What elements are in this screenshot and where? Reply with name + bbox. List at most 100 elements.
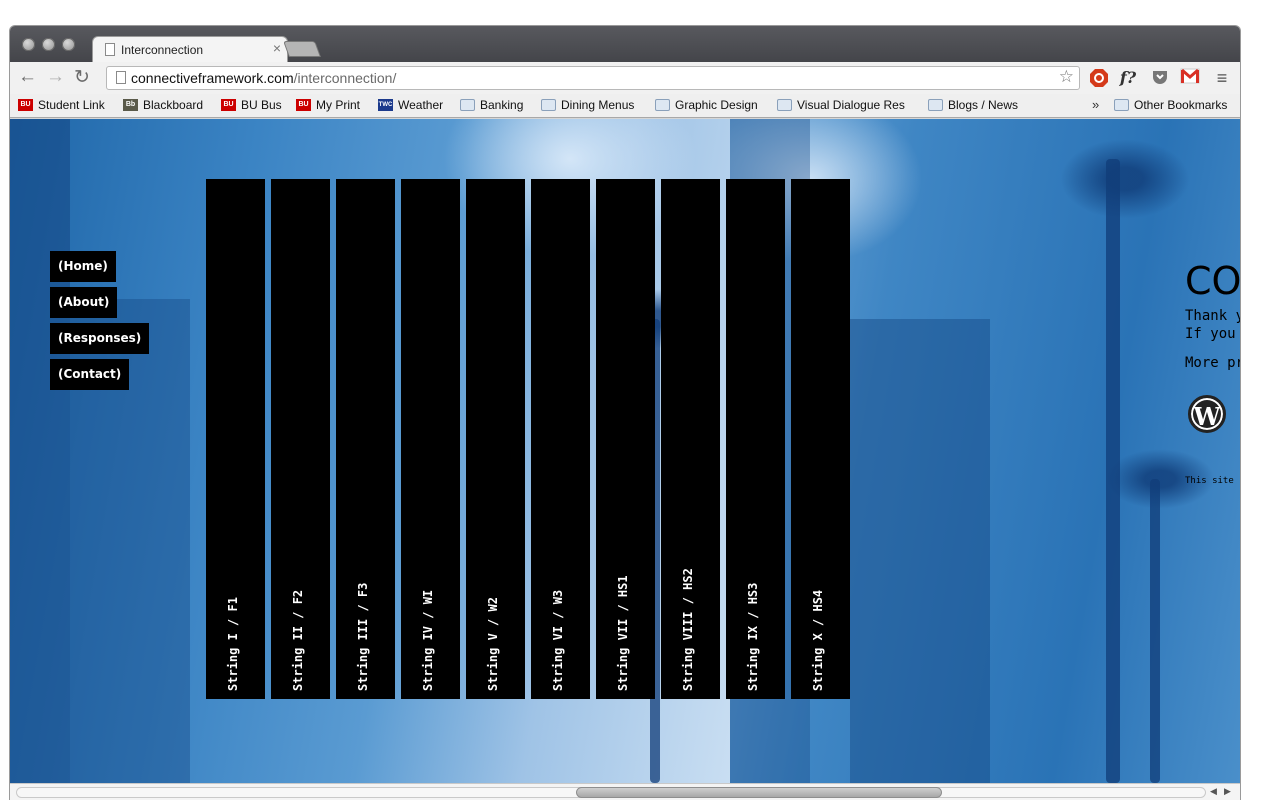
string-column[interactable]: String IX / HS3 bbox=[726, 179, 785, 699]
close-window-icon[interactable] bbox=[22, 38, 35, 51]
bookmark-label: Banking bbox=[480, 98, 524, 112]
bookmark-label: Weather bbox=[398, 98, 444, 112]
blackboard-icon: Bb bbox=[123, 99, 138, 111]
bookmark-label: Student Link bbox=[38, 98, 105, 112]
pocket-extension-icon[interactable] bbox=[1150, 68, 1170, 88]
folder-icon bbox=[460, 99, 475, 111]
weather-channel-icon: TWC bbox=[378, 99, 393, 111]
close-tab-icon[interactable]: × bbox=[273, 40, 281, 56]
bookmark-blackboard[interactable]: Bb Blackboard bbox=[123, 98, 203, 112]
browser-window: Interconnection × ← → ↻ connectiveframew… bbox=[10, 26, 1240, 800]
bookmark-label: My Print bbox=[316, 98, 361, 112]
offscreen-panel: CO Thank y If you More pr W This site bbox=[1185, 259, 1240, 499]
folder-icon bbox=[655, 99, 670, 111]
wordpress-icon[interactable]: W bbox=[1188, 395, 1226, 433]
site-navigation: (Home) (About) (Responses) (Contact) bbox=[50, 251, 150, 395]
panel-text-line: More pr bbox=[1185, 355, 1240, 371]
gmail-extension-icon[interactable] bbox=[1180, 68, 1200, 88]
new-tab-button[interactable] bbox=[283, 41, 321, 57]
page-icon bbox=[105, 43, 115, 56]
palm-tree-crown bbox=[1060, 139, 1190, 219]
tab-interconnection[interactable]: Interconnection × bbox=[92, 36, 288, 63]
reload-button[interactable]: ↻ bbox=[74, 66, 90, 89]
folder-icon bbox=[541, 99, 556, 111]
building-shadow bbox=[850, 319, 990, 783]
bookmark-graphic-design[interactable]: Graphic Design bbox=[655, 98, 758, 112]
url-host: connectiveframework.com bbox=[131, 70, 294, 86]
bookmark-label: Blackboard bbox=[143, 98, 204, 112]
bookmark-my-print[interactable]: BU My Print bbox=[296, 98, 360, 112]
horizontal-scrollbar[interactable]: ◀ ▶ bbox=[10, 783, 1240, 800]
browser-toolbar: ← → ↻ connectiveframework.com/interconne… bbox=[10, 62, 1240, 94]
string-column[interactable]: String IV / WI bbox=[401, 179, 460, 699]
scrollbar-thumb[interactable] bbox=[576, 787, 942, 798]
adblock-extension-icon[interactable] bbox=[1089, 68, 1109, 88]
building-shadow bbox=[10, 119, 70, 783]
string-column[interactable]: String VIII / HS2 bbox=[661, 179, 720, 699]
string-label: String I / F1 bbox=[226, 597, 240, 691]
string-column[interactable]: String VI / W3 bbox=[531, 179, 590, 699]
string-column[interactable]: String III / F3 bbox=[336, 179, 395, 699]
zoom-window-icon[interactable] bbox=[62, 38, 75, 51]
address-bar[interactable]: connectiveframework.com/interconnection/… bbox=[106, 66, 1080, 90]
folder-icon bbox=[1114, 99, 1129, 111]
string-label: String X / HS4 bbox=[811, 589, 825, 691]
palm-tree bbox=[1150, 479, 1160, 783]
bookmark-label: Dining Menus bbox=[561, 98, 635, 112]
bookmark-label: Other Bookmarks bbox=[1134, 98, 1228, 112]
bookmark-student-link[interactable]: BU Student Link bbox=[18, 98, 105, 112]
bookmark-banking[interactable]: Banking bbox=[460, 98, 523, 112]
page-viewport: (Home) (About) (Responses) (Contact) Str… bbox=[10, 119, 1240, 783]
string-column[interactable]: String I / F1 bbox=[206, 179, 265, 699]
bookmarks-bar: BU Student Link Bb Blackboard BU BU Bus BU M… bbox=[10, 94, 1240, 118]
forward-button[interactable]: → bbox=[46, 66, 65, 88]
string-label: String II / F2 bbox=[291, 589, 305, 691]
string-column[interactable]: String VII / HS1 bbox=[596, 179, 655, 699]
panel-text-line: Thank y bbox=[1185, 308, 1240, 324]
bookmark-label: BU Bus bbox=[241, 98, 282, 112]
string-label: String IV / WI bbox=[421, 589, 435, 691]
bookmark-weather[interactable]: TWC Weather bbox=[378, 98, 443, 112]
bookmark-star-icon[interactable]: ☆ bbox=[1059, 67, 1074, 87]
url-path: /interconnection/ bbox=[293, 70, 397, 86]
nav-responses[interactable]: (Responses) bbox=[50, 323, 150, 354]
panel-heading: CO bbox=[1185, 259, 1240, 303]
bu-icon: BU bbox=[296, 99, 311, 111]
string-label: String VII / HS1 bbox=[616, 575, 630, 691]
scroll-left-arrow-icon[interactable]: ◀ bbox=[1210, 786, 1217, 797]
back-button[interactable]: ← bbox=[18, 66, 37, 88]
font-extension-icon[interactable]: f? bbox=[1118, 68, 1138, 88]
panel-footer-text: This site bbox=[1185, 476, 1234, 486]
panel-text-line: If you bbox=[1185, 326, 1236, 342]
string-label: String V / W2 bbox=[486, 597, 500, 691]
nav-contact[interactable]: (Contact) bbox=[50, 359, 130, 390]
menu-icon[interactable]: ≡ bbox=[1212, 68, 1232, 88]
bookmark-label: Graphic Design bbox=[675, 98, 758, 112]
folder-icon bbox=[928, 99, 943, 111]
nav-home[interactable]: (Home) bbox=[50, 251, 116, 282]
string-label: String VI / W3 bbox=[551, 589, 565, 691]
bookmark-bu-bus[interactable]: BU BU Bus bbox=[221, 98, 282, 112]
bu-icon: BU bbox=[221, 99, 236, 111]
bookmark-blogs-news[interactable]: Blogs / News bbox=[928, 98, 1018, 112]
minimize-window-icon[interactable] bbox=[42, 38, 55, 51]
string-label: String IX / HS3 bbox=[746, 582, 760, 691]
tab-strip: Interconnection × bbox=[10, 26, 1240, 63]
url-text[interactable]: connectiveframework.com/interconnection/ bbox=[131, 70, 396, 86]
string-column[interactable]: String V / W2 bbox=[466, 179, 525, 699]
string-column[interactable]: String II / F2 bbox=[271, 179, 330, 699]
bookmark-label: Visual Dialogue Res bbox=[797, 98, 905, 112]
bookmark-visual-dialogue[interactable]: Visual Dialogue Res bbox=[777, 98, 915, 112]
string-column[interactable]: String X / HS4 bbox=[791, 179, 850, 699]
bu-icon: BU bbox=[18, 99, 33, 111]
string-label: String III / F3 bbox=[356, 582, 370, 691]
bookmark-dining-menus[interactable]: Dining Menus bbox=[541, 98, 634, 112]
folder-icon bbox=[777, 99, 792, 111]
more-bookmarks-chevron-icon[interactable]: » bbox=[1092, 97, 1099, 112]
scroll-right-arrow-icon[interactable]: ▶ bbox=[1224, 786, 1231, 797]
tab-title: Interconnection bbox=[121, 43, 204, 57]
string-label: String VIII / HS2 bbox=[681, 568, 695, 691]
nav-about[interactable]: (About) bbox=[50, 287, 118, 318]
bookmark-other-bookmarks[interactable]: Other Bookmarks bbox=[1114, 98, 1227, 112]
bookmark-label: Blogs / News bbox=[948, 98, 1019, 112]
